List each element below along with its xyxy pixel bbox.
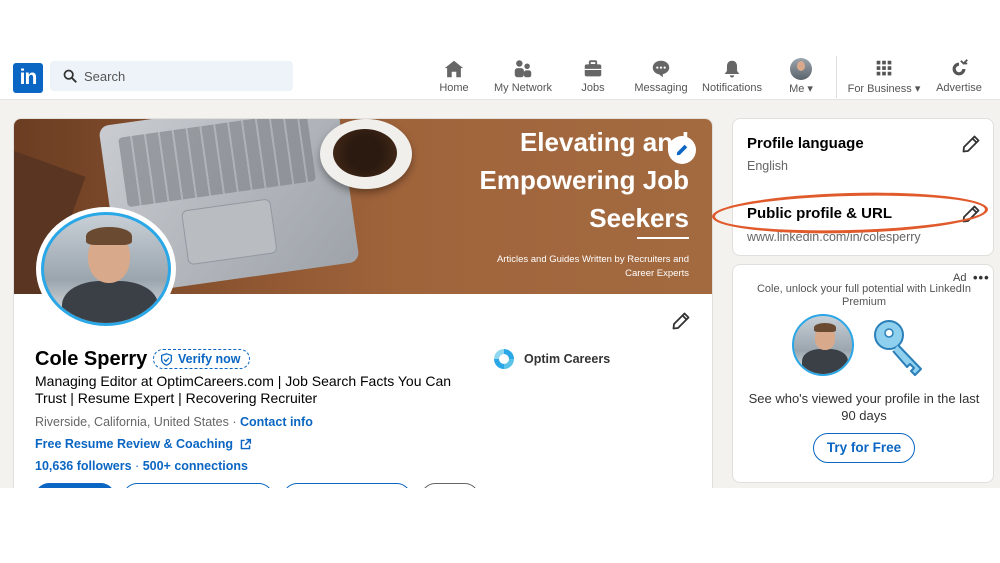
add-profile-section-button[interactable] [123,483,273,488]
search-box[interactable] [50,61,293,91]
external-link-icon [240,438,252,449]
banner-title: Elevating and Empowering Job Seekers [479,127,689,233]
profile-headline: Managing Editor at OptimCareers.com | Jo… [35,373,452,406]
ad-profile-photo [792,314,854,376]
banner-divider [637,237,689,239]
profile-location: Riverside, California, United States [35,415,229,429]
website-label: Free Resume Review & Coaching [35,437,233,451]
connections-link[interactable]: 500+ connections [143,459,248,473]
verify-now-button[interactable]: Verify now [153,349,250,369]
profile-language-value: English [747,159,788,173]
add-custom-button[interactable] [283,483,411,488]
advertise-icon [952,59,968,76]
profile-card: Elevating and Empowering Job Seekers Art… [13,118,713,488]
grid-icon [876,60,892,76]
home-icon [444,60,464,78]
nav-home[interactable]: Home [436,58,472,98]
network-icon [514,60,532,78]
nav-for-business-label: For Business [847,83,912,95]
search-icon [63,69,77,83]
nav-jobs[interactable]: Jobs [576,58,610,98]
chevron-down-icon: ▾ [914,83,921,95]
nav-notifications-label: Notifications [702,82,762,94]
nav-me-label: Me [789,83,805,95]
nav-me[interactable]: Me ▾ [782,58,820,98]
profile-name: Cole Sperry [35,348,148,370]
pencil-icon [676,144,688,156]
chevron-down-icon: ▾ [807,83,813,95]
premium-ad-card: Ad ••• Cole, unlock your full potential … [732,264,994,483]
nav-divider [836,56,837,98]
nav-my-network-label: My Network [493,82,553,94]
nav-for-business[interactable]: For Business ▾ [844,58,924,98]
nav-messaging[interactable]: Messaging [632,58,690,98]
nav-notifications[interactable]: Notifications [698,58,766,98]
key-icon [874,320,922,376]
profile-action-buttons [35,483,505,488]
briefcase-icon [584,60,602,77]
message-icon [652,60,670,78]
profile-photo[interactable] [36,207,176,331]
ad-message: See who's viewed your profile in the las… [748,391,980,423]
profile-settings-card: Profile language English Public profile … [732,118,994,256]
edit-language-icon[interactable] [961,134,981,154]
linkedin-logo[interactable]: in [13,63,43,93]
shield-check-icon [160,352,173,366]
verify-now-label: Verify now [178,352,241,366]
nav-advertise-label: Advertise [936,82,982,94]
nav-home-label: Home [439,82,469,94]
top-nav: in Home My Network Jobs Messagi [0,52,1000,100]
profile-stats: 10,636 followers · 500+ connections [35,459,248,473]
edit-banner-button[interactable] [668,136,696,164]
banner-subtitle: Articles and Guides Written by Recruiter… [496,254,689,279]
nav-jobs-label: Jobs [581,82,605,94]
banner-coffee-cup [320,119,412,189]
contact-info-link[interactable]: Contact info [240,415,313,429]
company-name: Optim Careers [524,352,611,366]
more-button[interactable] [421,483,479,488]
bell-icon [724,60,740,78]
current-company[interactable]: Optim Careers [492,347,610,371]
profile-language-title: Profile language [747,135,864,152]
website-link[interactable]: Free Resume Review & Coaching [35,437,252,451]
profile-location-row: Riverside, California, United States · C… [35,415,313,429]
nav-messaging-label: Messaging [634,82,688,94]
ad-promo-line: Cole, unlock your full potential with Li… [756,283,971,308]
edit-profile-icon[interactable] [671,311,691,331]
search-input[interactable] [84,61,284,91]
open-to-button[interactable] [35,483,115,488]
nav-my-network[interactable]: My Network [490,58,556,98]
try-for-free-button[interactable]: Try for Free [813,433,915,463]
nav-advertise[interactable]: Advertise [932,58,986,98]
followers-link[interactable]: 10,636 followers [35,459,132,473]
optim-careers-logo-icon [494,349,514,369]
avatar-icon [790,58,812,80]
